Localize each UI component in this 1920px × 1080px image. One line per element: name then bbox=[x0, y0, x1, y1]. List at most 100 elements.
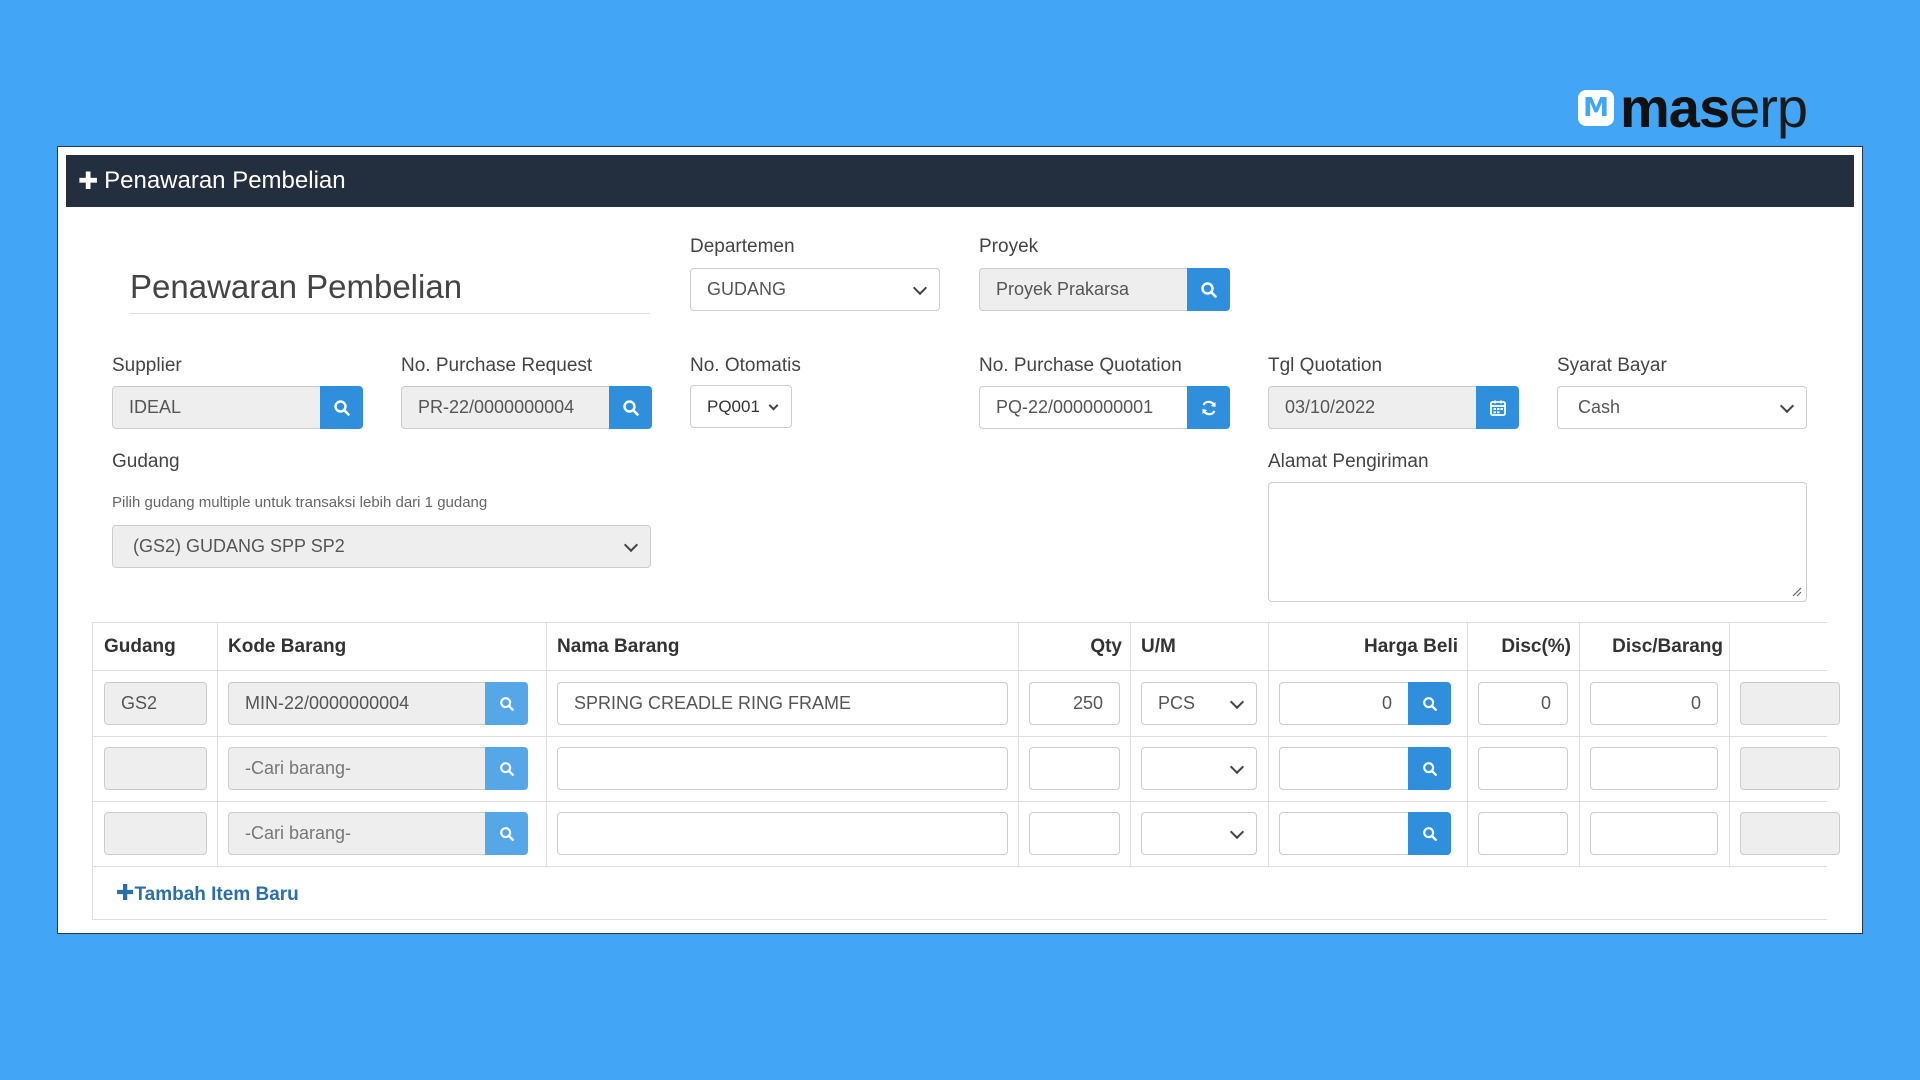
chevron-down-icon bbox=[623, 537, 639, 552]
row-extra-input[interactable] bbox=[1740, 747, 1840, 790]
row-gudang-input[interactable] bbox=[104, 812, 207, 855]
maserp-logo: M maserp bbox=[1578, 80, 1808, 136]
table-border bbox=[92, 736, 1827, 737]
col-header-gudang: Gudang bbox=[104, 636, 176, 657]
departemen-label: Departemen bbox=[690, 236, 795, 257]
kode-search-button[interactable] bbox=[485, 812, 528, 855]
search-icon bbox=[622, 399, 639, 416]
row-disc-pct-input[interactable] bbox=[1478, 812, 1568, 855]
purchase-request-search-button[interactable] bbox=[609, 386, 652, 429]
table-border bbox=[1467, 622, 1468, 866]
search-icon bbox=[1422, 696, 1437, 711]
row-nama-input[interactable]: SPRING CREADLE RING FRAME bbox=[557, 682, 1008, 725]
table-border bbox=[92, 622, 93, 919]
kode-search-button[interactable] bbox=[485, 747, 528, 790]
row-qty-input[interactable] bbox=[1029, 812, 1120, 855]
table-border bbox=[92, 801, 1827, 802]
syarat-bayar-select[interactable]: Cash bbox=[1557, 386, 1807, 429]
purchase-quotation-label: No. Purchase Quotation bbox=[979, 355, 1182, 376]
col-header-qty: Qty bbox=[1090, 636, 1122, 657]
kode-search-button[interactable] bbox=[485, 682, 528, 725]
row-harga-input[interactable] bbox=[1279, 812, 1409, 855]
calendar-icon bbox=[1489, 400, 1506, 416]
row-harga-input[interactable] bbox=[1279, 747, 1409, 790]
refresh-icon bbox=[1201, 400, 1216, 415]
row-qty-input[interactable] bbox=[1029, 747, 1120, 790]
row-disc-barang-input[interactable] bbox=[1590, 812, 1718, 855]
panel-title: Penawaran Pembelian bbox=[104, 167, 346, 194]
otomatis-select[interactable]: PQ001 bbox=[690, 385, 792, 428]
chevron-down-icon bbox=[1229, 694, 1245, 709]
row-qty-input[interactable]: 250 bbox=[1029, 682, 1120, 725]
gudang-select[interactable]: (GS2) GUDANG SPP SP2 bbox=[112, 525, 651, 568]
purchase-quotation-refresh-button[interactable] bbox=[1187, 386, 1230, 429]
col-header-kode: Kode Barang bbox=[228, 636, 347, 657]
logo-text: maserp bbox=[1620, 80, 1808, 136]
plus-icon: ✚ bbox=[116, 880, 135, 905]
chevron-down-icon bbox=[768, 400, 779, 411]
search-icon bbox=[499, 696, 514, 711]
panel-header: ✚ Penawaran Pembelian bbox=[66, 155, 1854, 207]
departemen-select[interactable]: GUDANG bbox=[690, 268, 940, 311]
col-header-harga: Harga Beli bbox=[1364, 636, 1458, 657]
row-kode-input[interactable]: MIN-22/0000000004 bbox=[228, 682, 486, 725]
harga-search-button[interactable] bbox=[1408, 682, 1451, 725]
chevron-down-icon bbox=[912, 280, 928, 295]
add-item-link[interactable]: ✚Tambah Item Baru bbox=[116, 880, 299, 906]
table-border bbox=[1130, 622, 1131, 866]
purchase-quotation-input[interactable]: PQ-22/0000000001 bbox=[979, 386, 1189, 429]
col-header-disc-barang: Disc/Barang bbox=[1612, 636, 1723, 657]
row-um-select[interactable] bbox=[1141, 747, 1257, 790]
table-border bbox=[92, 919, 1827, 920]
add-item-label: Tambah Item Baru bbox=[134, 884, 299, 905]
gudang-hint: Pilih gudang multiple untuk transaksi le… bbox=[112, 494, 488, 511]
resize-grip-icon[interactable] bbox=[1790, 585, 1802, 597]
proyek-search-button[interactable] bbox=[1187, 268, 1230, 311]
otomatis-value: PQ001 bbox=[707, 396, 760, 416]
alamat-textarea[interactable] bbox=[1268, 482, 1807, 602]
tgl-quotation-input[interactable]: 03/10/2022 bbox=[1268, 386, 1478, 429]
row-nama-input[interactable] bbox=[557, 747, 1008, 790]
table-border bbox=[1579, 622, 1580, 866]
row-extra-input[interactable] bbox=[1740, 682, 1840, 725]
row-disc-pct-input[interactable] bbox=[1478, 747, 1568, 790]
table-border bbox=[1018, 622, 1019, 866]
alamat-label: Alamat Pengiriman bbox=[1268, 451, 1429, 472]
proyek-input[interactable]: Proyek Prakarsa bbox=[979, 268, 1189, 311]
items-table: Gudang Kode Barang Nama Barang Qty U/M H… bbox=[92, 622, 1840, 922]
table-border bbox=[217, 622, 218, 866]
table-border bbox=[546, 622, 547, 866]
syarat-bayar-value: Cash bbox=[1578, 397, 1621, 417]
row-kode-input[interactable]: -Cari barang- bbox=[228, 812, 486, 855]
row-harga-input[interactable]: 0 bbox=[1279, 682, 1409, 725]
supplier-search-button[interactable] bbox=[320, 386, 363, 429]
row-disc-pct-input[interactable]: 0 bbox=[1478, 682, 1568, 725]
logo-text-light: erp bbox=[1729, 76, 1808, 139]
harga-search-button[interactable] bbox=[1408, 812, 1451, 855]
row-extra-input[interactable] bbox=[1740, 812, 1840, 855]
search-icon bbox=[499, 826, 514, 841]
logo-mark: M bbox=[1578, 90, 1614, 126]
row-disc-barang-input[interactable] bbox=[1590, 747, 1718, 790]
col-header-um: U/M bbox=[1141, 636, 1176, 657]
row-um-select[interactable]: PCS bbox=[1141, 682, 1257, 725]
departemen-value: GUDANG bbox=[707, 279, 787, 299]
date-picker-button[interactable] bbox=[1476, 386, 1519, 429]
search-icon bbox=[499, 761, 514, 776]
tgl-quotation-label: Tgl Quotation bbox=[1268, 355, 1383, 376]
row-kode-input[interactable]: -Cari barang- bbox=[228, 747, 486, 790]
row-gudang-input[interactable] bbox=[104, 747, 207, 790]
table-border bbox=[92, 622, 1827, 623]
harga-search-button[interactable] bbox=[1408, 747, 1451, 790]
search-icon bbox=[1422, 826, 1437, 841]
chevron-down-icon bbox=[1229, 824, 1245, 839]
purchase-request-input[interactable]: PR-22/0000000004 bbox=[401, 386, 611, 429]
purchase-request-label: No. Purchase Request bbox=[401, 355, 593, 376]
row-nama-input[interactable] bbox=[557, 812, 1008, 855]
row-disc-barang-input[interactable]: 0 bbox=[1590, 682, 1718, 725]
row-gudang-input[interactable]: GS2 bbox=[104, 682, 207, 725]
row-um-select[interactable] bbox=[1141, 812, 1257, 855]
chevron-down-icon bbox=[1229, 759, 1245, 774]
supplier-input[interactable]: IDEAL bbox=[112, 386, 322, 429]
col-header-nama: Nama Barang bbox=[557, 636, 680, 657]
